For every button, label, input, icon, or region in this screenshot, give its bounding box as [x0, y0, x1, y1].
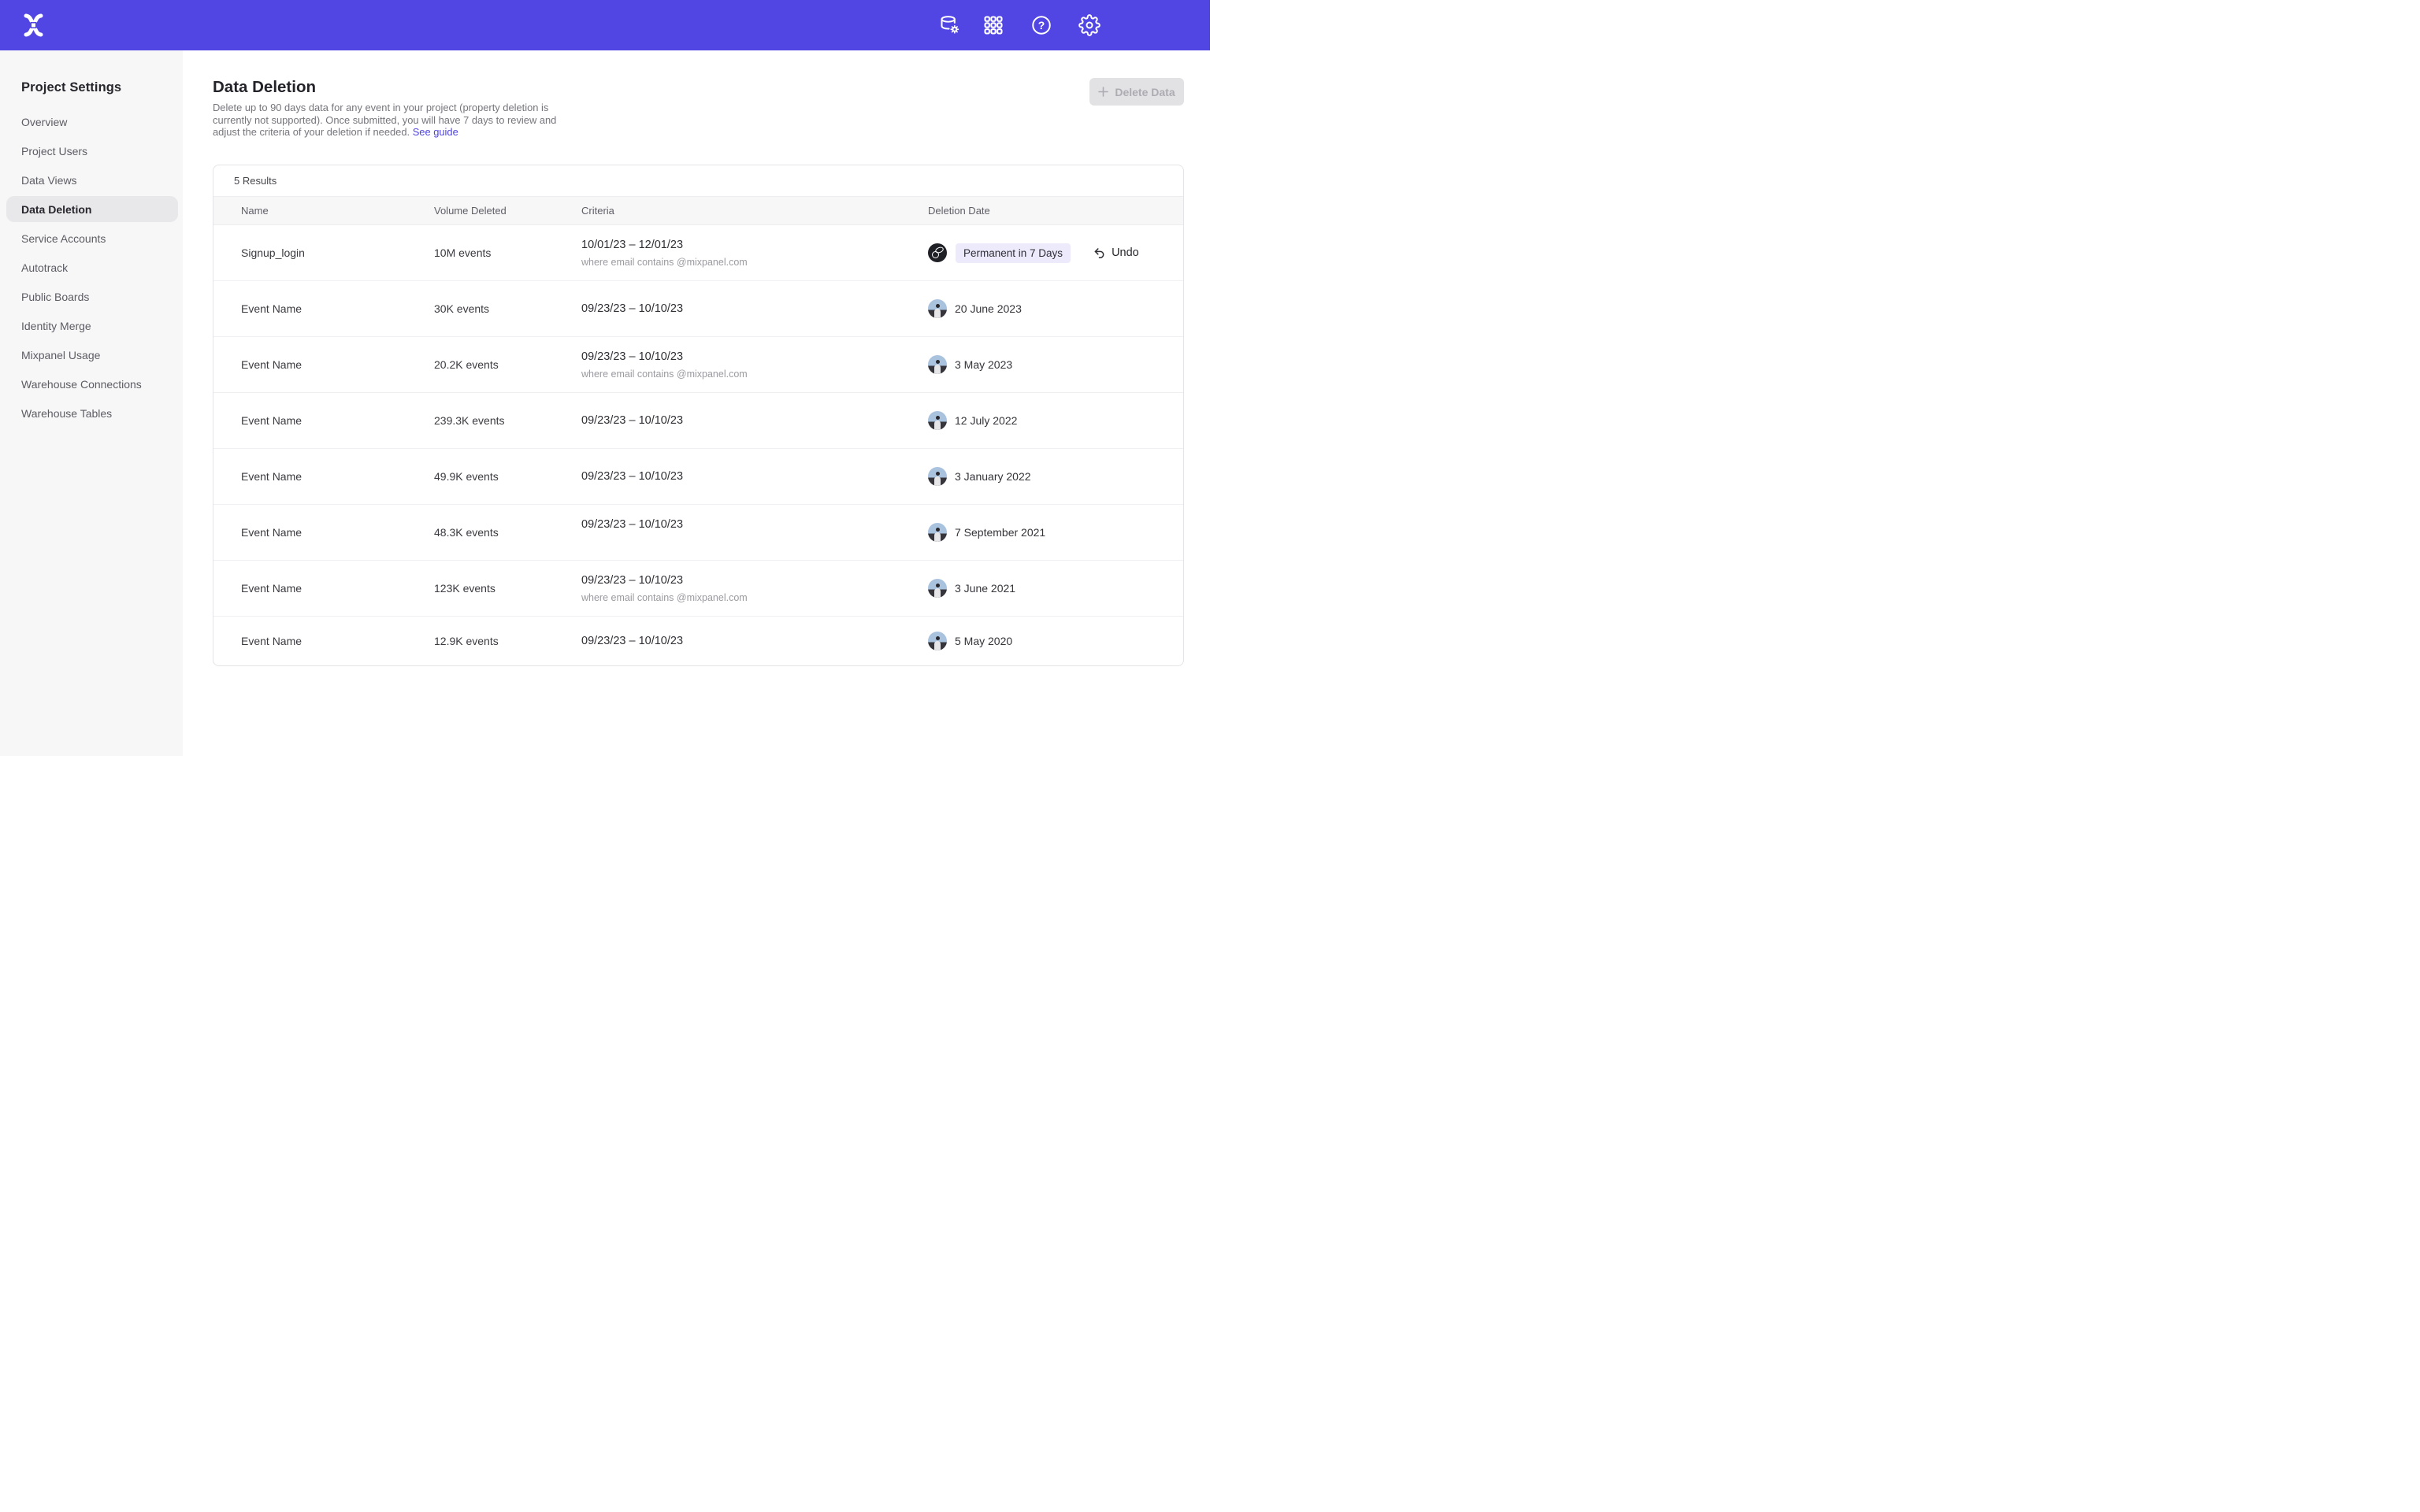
table-row: Signup_login 10M events 10/01/23 – 12/01…	[213, 225, 1183, 281]
col-header-criteria: Criteria	[581, 205, 928, 217]
project-settings-page: ? Project Settings Overview Project User…	[0, 0, 1210, 756]
row-criteria: 09/23/23 – 10/10/23	[581, 634, 928, 648]
row-name: Event Name	[241, 470, 434, 483]
page-description: Delete up to 90 days data for any event …	[213, 102, 561, 139]
table-row: Event Name 48.3K events 09/23/23 – 10/10…	[213, 505, 1183, 561]
user-avatar	[928, 523, 947, 542]
row-criteria-subtext: where email contains @mixpanel.com	[581, 256, 928, 269]
deletion-date: 20 June 2023	[955, 302, 1022, 315]
sidebar-item-project-users[interactable]: Project Users	[0, 136, 183, 165]
help-icon[interactable]: ?	[1030, 14, 1052, 36]
sidebar-item-data-deletion[interactable]: Data Deletion	[6, 196, 178, 222]
row-criteria: 09/23/23 – 10/10/23	[581, 413, 928, 428]
sidebar-item-warehouse-tables[interactable]: Warehouse Tables	[0, 398, 183, 428]
undo-icon	[1093, 246, 1106, 260]
sidebar-item-autotrack[interactable]: Autotrack	[0, 253, 183, 282]
sidebar-item-mixpanel-usage[interactable]: Mixpanel Usage	[0, 340, 183, 369]
deletion-date: 3 June 2021	[955, 582, 1015, 595]
user-avatar	[928, 355, 947, 374]
user-avatar	[928, 579, 947, 598]
sidebar-item-identity-merge[interactable]: Identity Merge	[0, 311, 183, 340]
undo-label: Undo	[1112, 246, 1139, 259]
row-name: Event Name	[241, 526, 434, 539]
col-header-deletion-date: Deletion Date	[928, 205, 1183, 217]
row-volume: 10M events	[434, 246, 581, 259]
results-count: 5 Results	[213, 165, 1183, 196]
deletion-date: 7 September 2021	[955, 526, 1045, 539]
delete-data-label: Delete Data	[1115, 86, 1175, 98]
delete-data-button[interactable]: Delete Data	[1089, 78, 1184, 106]
apps-grid-icon[interactable]	[982, 14, 1004, 36]
settings-sidebar: Project Settings Overview Project Users …	[0, 50, 183, 756]
sidebar-item-overview[interactable]: Overview	[0, 107, 183, 136]
row-name: Event Name	[241, 302, 434, 315]
description-text: Delete up to 90 days data for any event …	[213, 102, 556, 138]
row-volume: 30K events	[434, 302, 581, 315]
user-avatar	[928, 632, 947, 650]
row-criteria: 09/23/23 – 10/10/23	[581, 469, 928, 484]
sidebar-item-service-accounts[interactable]: Service Accounts	[0, 224, 183, 253]
table-row: Event Name 239.3K events 09/23/23 – 10/1…	[213, 393, 1183, 449]
table-header-row: Name Volume Deleted Criteria Deletion Da…	[213, 196, 1183, 225]
sidebar-item-public-boards[interactable]: Public Boards	[0, 282, 183, 311]
table-row: Event Name 49.9K events 09/23/23 – 10/10…	[213, 449, 1183, 505]
mixpanel-logo-icon[interactable]	[23, 13, 44, 37]
row-name: Signup_login	[241, 246, 434, 259]
row-volume: 123K events	[434, 582, 581, 595]
settings-gear-icon[interactable]	[1078, 14, 1101, 36]
deletion-date: 3 May 2023	[955, 358, 1012, 371]
user-avatar	[928, 299, 947, 318]
see-guide-link[interactable]: See guide	[413, 126, 458, 138]
table-row: Event Name 20.2K events 09/23/23 – 10/10…	[213, 337, 1183, 393]
row-criteria: 09/23/23 – 10/10/23	[581, 350, 928, 364]
row-volume: 12.9K events	[434, 635, 581, 647]
top-navigation-bar: ?	[0, 0, 1210, 50]
undo-button[interactable]: Undo	[1093, 246, 1139, 260]
row-criteria: 09/23/23 – 10/10/23	[581, 517, 928, 532]
deletion-date: 5 May 2020	[955, 635, 1012, 647]
row-volume: 49.9K events	[434, 470, 581, 483]
deletion-requests-card: 5 Results Name Volume Deleted Criteria D…	[213, 165, 1184, 666]
sidebar-title: Project Settings	[21, 80, 121, 95]
page-title: Data Deletion	[213, 78, 316, 97]
plus-icon	[1098, 87, 1108, 97]
deletion-date: 12 July 2022	[955, 414, 1017, 427]
user-avatar	[928, 243, 947, 262]
row-criteria: 10/01/23 – 12/01/23	[581, 238, 928, 252]
col-header-name: Name	[241, 205, 434, 217]
status-badge: Permanent in 7 Days	[956, 243, 1071, 263]
row-volume: 239.3K events	[434, 414, 581, 427]
col-header-volume: Volume Deleted	[434, 205, 581, 217]
table-row: Event Name 30K events 09/23/23 – 10/10/2…	[213, 281, 1183, 337]
user-avatar	[928, 467, 947, 486]
sidebar-item-warehouse-connections[interactable]: Warehouse Connections	[0, 369, 183, 398]
row-name: Event Name	[241, 635, 434, 647]
table-row: Event Name 123K events 09/23/23 – 10/10/…	[213, 561, 1183, 617]
sidebar-item-data-views[interactable]: Data Views	[0, 165, 183, 195]
svg-text:?: ?	[1038, 19, 1045, 32]
table-row: Event Name 12.9K events 09/23/23 – 10/10…	[213, 617, 1183, 665]
row-name: Event Name	[241, 414, 434, 427]
sidebar-nav: Overview Project Users Data Views Data D…	[0, 107, 183, 428]
row-criteria-subtext: where email contains @mixpanel.com	[581, 591, 928, 604]
row-volume: 20.2K events	[434, 358, 581, 371]
row-name: Event Name	[241, 582, 434, 595]
row-volume: 48.3K events	[434, 526, 581, 539]
data-management-icon[interactable]	[939, 14, 961, 36]
deletion-date: 3 January 2022	[955, 470, 1031, 483]
row-criteria-subtext: where email contains @mixpanel.com	[581, 368, 928, 380]
row-criteria: 09/23/23 – 10/10/23	[581, 302, 928, 316]
row-criteria-subtext	[581, 536, 928, 548]
user-avatar	[928, 411, 947, 430]
row-name: Event Name	[241, 358, 434, 371]
row-criteria: 09/23/23 – 10/10/23	[581, 573, 928, 587]
